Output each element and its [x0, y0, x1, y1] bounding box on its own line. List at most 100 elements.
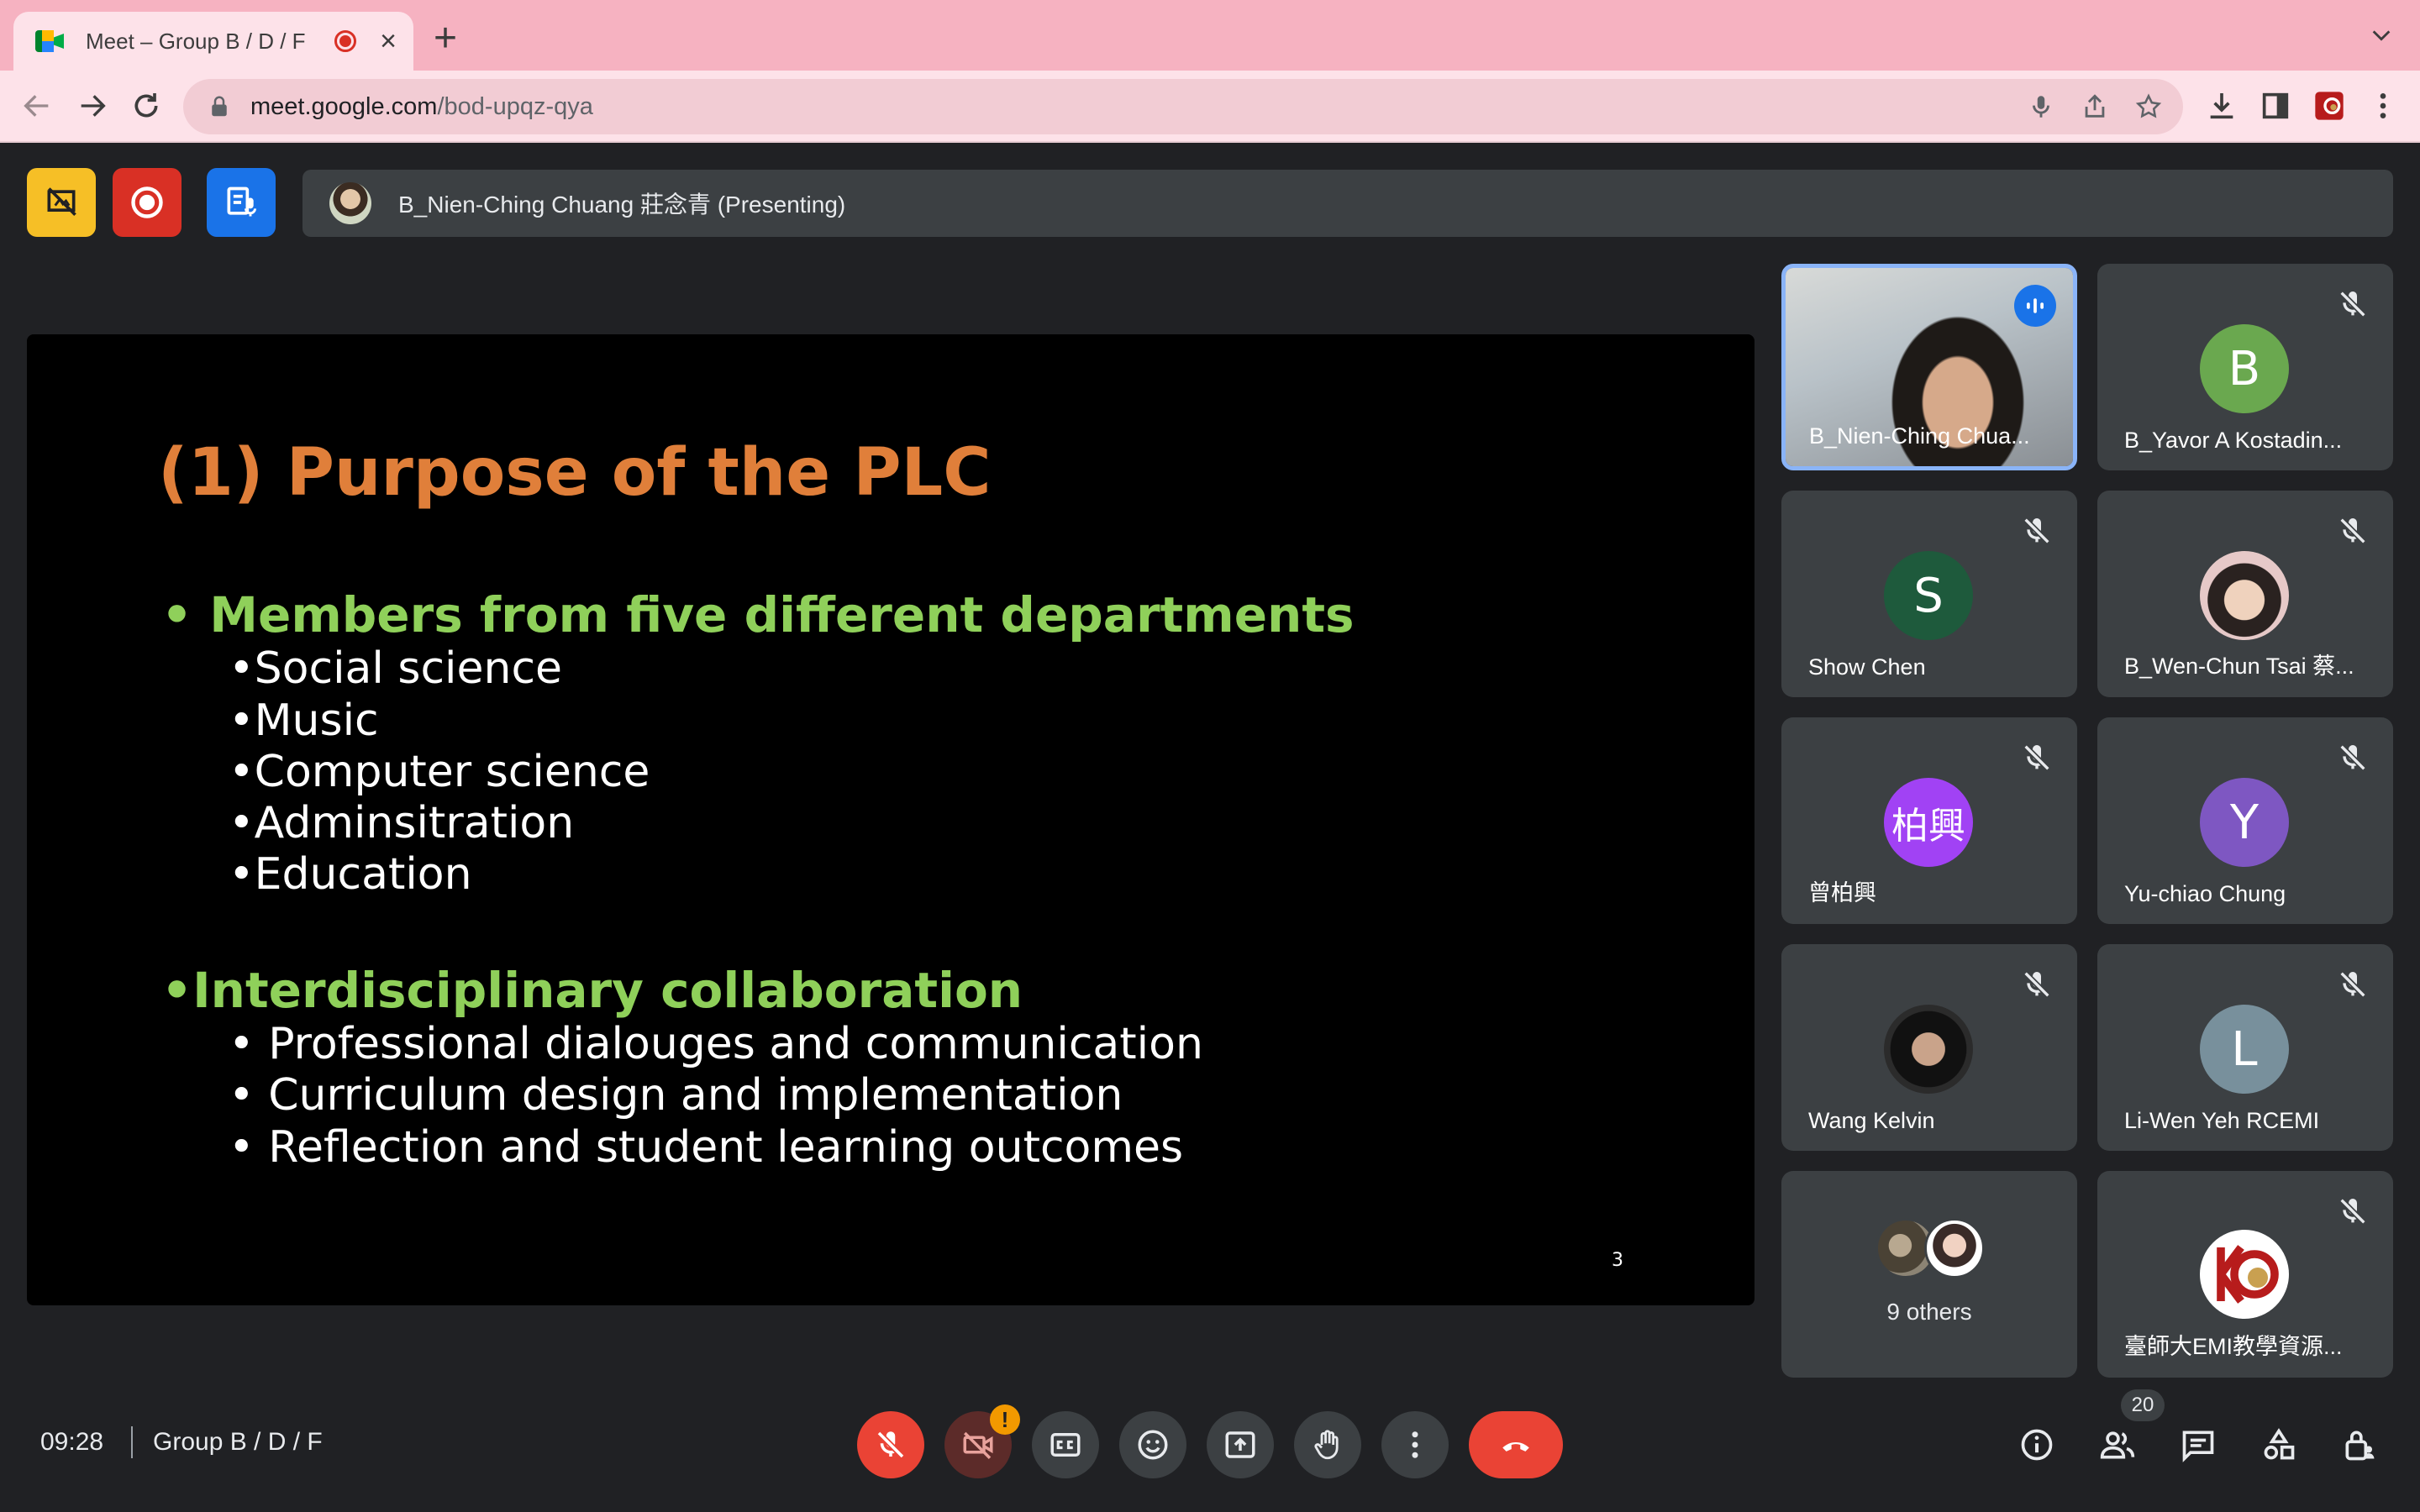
microphone-icon — [2033, 96, 2049, 118]
profile-logo-icon — [2315, 92, 2344, 120]
slide-bullet-interdisciplinary: •Interdisciplinary collaboration — [161, 962, 1023, 1019]
more-options-button[interactable] — [1381, 1411, 1449, 1478]
participant-count-badge: 20 — [2121, 1389, 2165, 1421]
participant-tile[interactable]: Wang Kelvin — [1781, 944, 2077, 1151]
mic-off-icon — [2339, 744, 2366, 771]
more-vertical-icon — [1412, 1431, 1418, 1458]
chat-icon — [2182, 1431, 2214, 1462]
mic-toggle-button[interactable] — [857, 1411, 924, 1478]
browser-toolbar: meet.google.com/bod-upqz-qya — [0, 71, 2420, 143]
reload-button[interactable] — [124, 84, 168, 128]
participant-tile[interactable]: 臺師大EMI教學資源... — [2097, 1171, 2393, 1378]
download-icon — [2210, 93, 2233, 119]
forward-button[interactable] — [71, 84, 114, 128]
profile-avatar-button[interactable] — [2307, 84, 2351, 128]
shapes-icon — [2264, 1428, 2295, 1460]
slide-sub-item: •Education — [229, 849, 472, 900]
participant-tile[interactable]: B B_Yavor A Kostadin... — [2097, 264, 2393, 470]
others-avatar — [1924, 1218, 1985, 1278]
arrow-left-icon — [24, 95, 49, 117]
mic-off-icon — [2339, 971, 2366, 998]
present-to-all-icon — [1225, 1431, 1255, 1458]
others-tile[interactable]: 9 others — [1781, 1171, 2077, 1378]
participant-name: Li-Wen Yeh RCEMI — [2124, 1108, 2320, 1133]
activities-button[interactable] — [2255, 1421, 2302, 1468]
closed-captions-icon — [1050, 1433, 1081, 1457]
people-icon — [2100, 1431, 2135, 1459]
browser-tab-meet[interactable]: Meet – Group B / D / F × — [13, 12, 413, 71]
present-off-icon — [47, 187, 76, 216]
people-button[interactable] — [2094, 1421, 2141, 1468]
mic-off-icon — [2023, 517, 2050, 544]
meeting-clock: 09:28 — [40, 1428, 104, 1456]
slide-sub-item: •Computer science — [229, 747, 650, 797]
mic-in-use-button[interactable] — [2020, 86, 2062, 128]
address-bar[interactable]: meet.google.com/bod-upqz-qya — [183, 79, 2183, 134]
bookmark-star-button[interactable] — [2128, 86, 2170, 128]
speaking-indicator-icon — [2014, 285, 2056, 327]
tab-close-button[interactable]: × — [380, 27, 397, 55]
participant-name: B_Nien-Ching Chua... — [1809, 423, 2030, 449]
participant-avatar: 柏興 — [1884, 778, 1973, 867]
mic-off-icon — [2339, 1198, 2366, 1225]
raise-hand-button[interactable] — [1294, 1411, 1361, 1478]
mic-off-icon — [2023, 744, 2050, 771]
mic-off-icon — [2339, 291, 2366, 318]
info-icon — [2021, 1429, 2053, 1461]
slide-bullet-departments: • Members from five different department… — [161, 586, 1355, 643]
others-count-label: 9 others — [1886, 1299, 1972, 1325]
university-logo-icon — [2217, 1245, 2279, 1304]
leave-call-button[interactable] — [1469, 1411, 1563, 1478]
arrow-right-icon — [81, 95, 106, 117]
mic-off-icon — [2339, 517, 2366, 544]
captions-button[interactable] — [1032, 1411, 1099, 1478]
camera-toggle-button[interactable]: ! — [944, 1404, 1020, 1478]
transcript-icon — [227, 186, 256, 217]
share-icon — [2085, 94, 2105, 118]
participant-name: Wang Kelvin — [1808, 1108, 1935, 1133]
participant-name: B_Wen-Chun Tsai 蔡... — [2124, 654, 2354, 679]
new-tab-button[interactable]: + — [434, 18, 457, 59]
transcript-button[interactable] — [207, 168, 276, 237]
lock-person-icon — [2345, 1431, 2375, 1461]
lock-icon[interactable] — [207, 94, 232, 119]
host-controls-button[interactable] — [2336, 1421, 2383, 1468]
side-panel-button[interactable] — [2254, 84, 2297, 128]
slide-sub-item: •Music — [229, 696, 379, 746]
chat-button[interactable] — [2175, 1421, 2222, 1468]
tab-title: Meet – Group B / D / F — [86, 28, 306, 54]
back-button[interactable] — [15, 84, 59, 128]
presenting-banner: B_Nien-Ching Chuang 莊念青 (Presenting) — [302, 170, 2393, 237]
presenter-avatar — [329, 182, 371, 224]
record-icon — [131, 186, 163, 218]
slide-title: (1) Purpose of the PLC — [158, 435, 992, 511]
tab-search-chevron-icon[interactable] — [2370, 24, 2393, 47]
camera-warning-badge: ! — [990, 1404, 1020, 1435]
browser-menu-button[interactable] — [2361, 84, 2405, 128]
hide-presentation-button[interactable] — [27, 168, 96, 237]
participant-name: Yu-chiao Chung — [2124, 881, 2286, 906]
participant-avatar: B — [2200, 324, 2289, 413]
reactions-button[interactable] — [1119, 1411, 1186, 1478]
camera-off-icon — [963, 1431, 993, 1459]
meeting-details-button[interactable] — [2013, 1421, 2060, 1468]
mic-off-icon — [2023, 971, 2050, 998]
participant-tile[interactable]: 柏興 曾柏興 — [1781, 717, 2077, 924]
participant-name: 臺師大EMI教學資源... — [2124, 1334, 2343, 1359]
participant-tile[interactable]: B_Wen-Chun Tsai 蔡... — [2097, 491, 2393, 697]
url-path: /bod-upqz-qya — [437, 92, 593, 120]
footer-divider — [131, 1426, 133, 1458]
recording-button[interactable] — [113, 168, 182, 237]
slide-sub-item: •Adminsitration — [229, 798, 575, 848]
share-page-button[interactable] — [2074, 86, 2116, 128]
participant-tile[interactable]: Y Yu-chiao Chung — [2097, 717, 2393, 924]
slide-page-number: 3 — [1612, 1250, 1623, 1271]
participant-tile[interactable]: B_Nien-Ching Chua... — [1781, 264, 2077, 470]
participant-tile[interactable]: L Li-Wen Yeh RCEMI — [2097, 944, 2393, 1151]
present-screen-button[interactable] — [1207, 1411, 1274, 1478]
star-icon — [2135, 93, 2162, 118]
presentation-slide: (1) Purpose of the PLC • Members from fi… — [27, 334, 1754, 1305]
participant-tile[interactable]: S Show Chen — [1781, 491, 2077, 697]
more-vertical-icon — [2380, 93, 2386, 118]
downloads-button[interactable] — [2200, 84, 2244, 128]
